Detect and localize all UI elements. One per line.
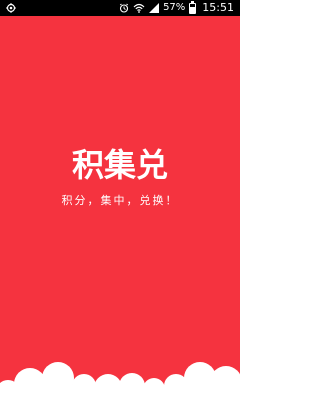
battery-fill <box>190 7 196 13</box>
wifi-icon <box>133 3 145 13</box>
clouds-decoration <box>0 362 240 400</box>
status-right: 57% 15:51 <box>119 0 234 16</box>
battery-percentage: 57% <box>163 2 186 13</box>
signal-icon <box>149 3 160 13</box>
status-left <box>6 0 16 16</box>
app-logo: 积集兑 <box>71 146 168 184</box>
clock: 15:51 <box>202 1 234 14</box>
alarm-icon <box>119 3 129 13</box>
app-slogan: 积分，集中，兑换！ <box>61 194 179 207</box>
location-icon <box>6 3 16 13</box>
status-bar: 57% 15:51 <box>0 0 240 16</box>
battery-icon <box>189 0 197 14</box>
splash-screen: 57% 15:51 积集兑 积分，集中，兑换！ <box>0 0 240 400</box>
